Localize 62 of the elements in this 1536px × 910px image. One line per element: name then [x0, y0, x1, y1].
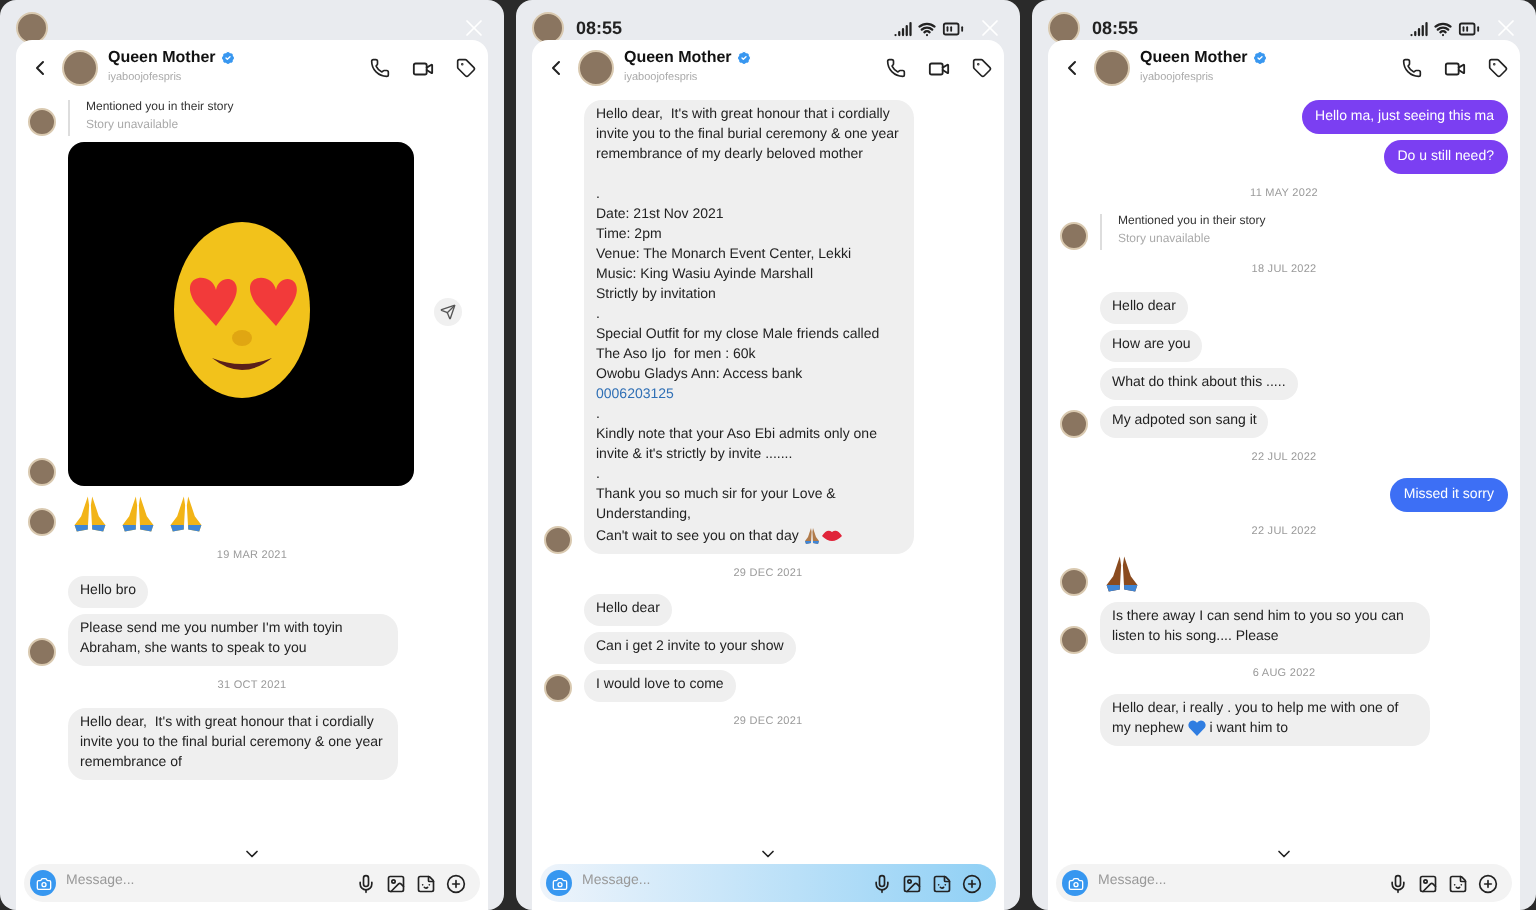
status-time: 08:55 — [1092, 16, 1139, 42]
avatar — [28, 508, 56, 536]
video-icon[interactable] — [928, 57, 950, 79]
sticker-icon[interactable] — [932, 873, 952, 893]
avatar — [28, 458, 56, 486]
avatar — [16, 12, 48, 44]
avatar — [1048, 12, 1080, 44]
sticker-icon[interactable] — [416, 873, 436, 893]
contact-name: Queen Mother — [1140, 48, 1248, 68]
tag-icon[interactable] — [972, 58, 992, 78]
avatar — [1060, 409, 1088, 437]
gallery-icon[interactable] — [1418, 873, 1438, 893]
signal-icon — [894, 20, 912, 38]
avatar — [1060, 568, 1088, 596]
avatar — [544, 525, 572, 554]
gallery-icon[interactable] — [902, 873, 922, 893]
verified-badge-icon — [1251, 50, 1268, 66]
phone-icon[interactable] — [886, 58, 906, 78]
contact-name: Queen Mother — [108, 48, 216, 68]
avatar — [62, 50, 98, 86]
avatar — [532, 12, 564, 44]
heart-icon — [1187, 720, 1206, 737]
camera-icon — [1067, 875, 1083, 891]
microphone-icon[interactable] — [1388, 873, 1408, 893]
avatar — [1060, 222, 1088, 251]
sticker-icon[interactable] — [1448, 873, 1468, 893]
lips-icon — [822, 528, 843, 544]
plus-icon[interactable] — [1478, 873, 1498, 893]
status-time: 08:55 — [576, 16, 623, 42]
share-button[interactable] — [434, 298, 462, 326]
contact-name: Queen Mother — [624, 48, 732, 68]
signal-icon — [1410, 20, 1428, 38]
wifi-icon — [918, 20, 936, 38]
battery-icon — [1458, 18, 1480, 40]
plus-icon[interactable] — [962, 873, 982, 893]
avatar — [544, 674, 572, 703]
tag-icon[interactable] — [456, 58, 476, 78]
camera-icon — [35, 875, 51, 891]
camera-icon — [551, 875, 567, 891]
wifi-icon — [1434, 20, 1452, 38]
camera-button[interactable] — [546, 870, 572, 896]
video-icon[interactable] — [412, 57, 434, 79]
video-icon[interactable] — [1444, 57, 1466, 79]
plus-icon[interactable] — [446, 873, 466, 893]
camera-button[interactable] — [30, 870, 56, 896]
tag-icon[interactable] — [1488, 58, 1508, 78]
microphone-icon[interactable] — [356, 873, 376, 893]
microphone-icon[interactable] — [872, 873, 892, 893]
avatar — [1094, 50, 1130, 86]
phone-icon[interactable] — [1402, 58, 1422, 78]
avatar — [1060, 626, 1088, 654]
praying-hands-icon — [802, 526, 823, 546]
avatar — [578, 50, 614, 86]
avatar — [28, 108, 56, 136]
gallery-icon[interactable] — [386, 873, 406, 893]
battery-icon — [942, 18, 964, 40]
send-icon — [440, 304, 456, 320]
verified-badge-icon — [219, 50, 236, 66]
phone-icon[interactable] — [370, 58, 390, 78]
camera-button[interactable] — [1062, 870, 1088, 896]
verified-badge-icon — [735, 50, 752, 66]
avatar — [28, 638, 56, 667]
